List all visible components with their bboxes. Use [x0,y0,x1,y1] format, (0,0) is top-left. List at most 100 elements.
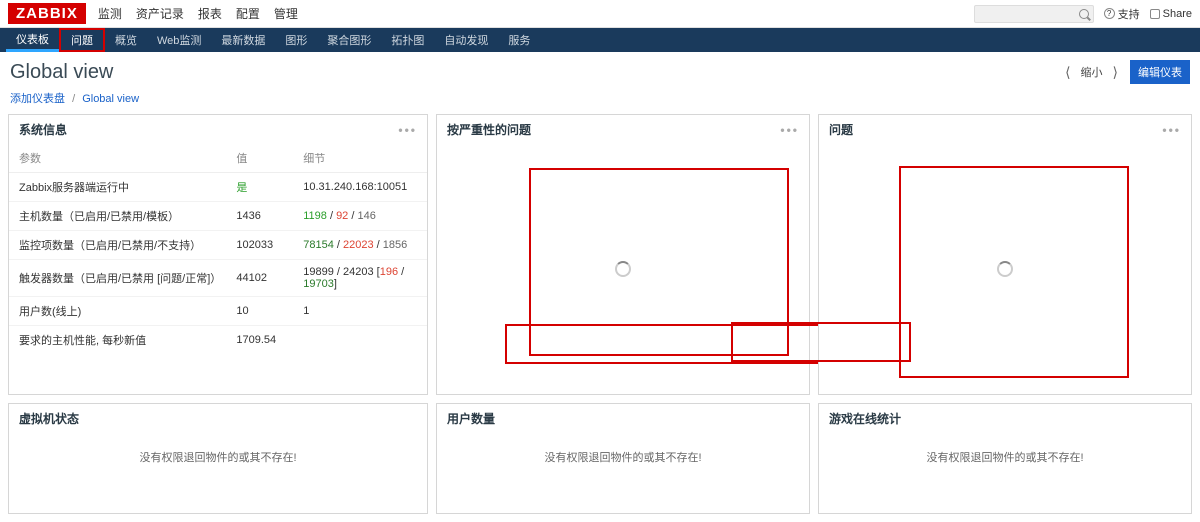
table-row: 触发器数量（已启用/已禁用 [问题/正常]）4410219899 / 24203… [9,260,427,297]
sub-nav-item[interactable]: 问题 [59,28,105,52]
cell-param: 监控项数量（已启用/已禁用/不支持） [9,231,226,260]
time-nav: ⟨ 缩小 ⟩ [1061,64,1122,81]
widget-problems-body [819,144,1191,394]
no-permission-msg: 没有权限退回物件的或其不存在! [819,433,1191,481]
widget-system-info-title: 系统信息 [19,121,67,138]
no-permission-msg: 没有权限退回物件的或其不存在! [437,433,809,481]
widget-problems: 问题 ••• [818,114,1192,395]
annotation-rect [529,168,789,356]
cell-value: 102033 [226,231,293,260]
annotation-rect [899,166,1129,378]
top-nav-inventory[interactable]: 资产记录 [136,5,184,22]
question-icon: ? [1104,8,1115,19]
cell-detail [293,326,427,355]
cell-value: 1709.54 [226,326,293,355]
widget-game-stats-header: 游戏在线统计 [819,404,1191,433]
table-row: Zabbix服务器端运行中是10.31.240.168:10051 [9,173,427,202]
widget-game-stats-title: 游戏在线统计 [829,410,901,427]
widget-system-info-header: 系统信息 ••• [9,115,427,144]
sub-nav-item[interactable]: Web监测 [147,28,211,52]
top-nav-admin[interactable]: 管理 [274,5,298,22]
cell-detail: 19899 / 24203 [196 / 19703] [293,260,427,297]
widget-problems-title: 问题 [829,121,853,138]
title-row: Global view ⟨ 缩小 ⟩ 编辑仪表 [0,52,1200,88]
cell-param: 用户数(线上) [9,297,226,326]
cell-value: 1436 [226,202,293,231]
cell-detail: 1 [293,297,427,326]
widget-system-info: 系统信息 ••• 参数 值 细节 Zabbix服务器端运行中是10.31.240… [8,114,428,395]
top-nav-reports[interactable]: 报表 [198,5,222,22]
widget-severity-header: 按严重性的问题 ••• [437,115,809,144]
widgets-grid: 系统信息 ••• 参数 值 细节 Zabbix服务器端运行中是10.31.240… [0,114,1200,522]
sub-nav-item[interactable]: 服务 [498,28,540,52]
widget-menu-icon[interactable]: ••• [780,123,799,137]
widget-game-stats: 游戏在线统计 没有权限退回物件的或其不存在! [818,403,1192,514]
widget-menu-icon[interactable]: ••• [1162,123,1181,137]
widget-user-count-body: 没有权限退回物件的或其不存在! [437,433,809,513]
sub-nav-item[interactable]: 仪表板 [6,28,59,52]
table-row: 主机数量（已启用/已禁用/模板）14361198 / 92 / 146 [9,202,427,231]
th-detail: 细节 [293,144,427,173]
no-permission-msg: 没有权限退回物件的或其不存在! [9,433,427,481]
search-input[interactable] [974,5,1094,23]
loading-icon [997,261,1013,277]
widget-system-info-body: 参数 值 细节 Zabbix服务器端运行中是10.31.240.168:1005… [9,144,427,394]
top-nav: 监测 资产记录 报表 配置 管理 [98,5,974,22]
table-header-row: 参数 值 细节 [9,144,427,173]
share-link[interactable]: Share [1150,8,1192,20]
cell-detail: 10.31.240.168:10051 [293,173,427,202]
th-param: 参数 [9,144,226,173]
sub-nav-item[interactable]: 概览 [105,28,147,52]
search-icon [1079,9,1089,19]
sub-nav-item[interactable]: 拓扑图 [381,28,434,52]
top-header: ZABBIX 监测 资产记录 报表 配置 管理 ? 支持 Share [0,0,1200,28]
nav-prev-icon[interactable]: ⟨ [1061,64,1074,81]
cell-detail: 1198 / 92 / 146 [293,202,427,231]
loading-icon [615,261,631,277]
zoom-label[interactable]: 缩小 [1081,64,1103,80]
sub-nav-item[interactable]: 自动发现 [434,28,498,52]
breadcrumb: 添加仪表盘 / Global view [0,88,1200,114]
sub-nav-item[interactable]: 聚合图形 [317,28,381,52]
support-label: 支持 [1118,6,1140,22]
widget-problems-header: 问题 ••• [819,115,1191,144]
table-row: 用户数(线上)101 [9,297,427,326]
system-info-table: 参数 值 细节 Zabbix服务器端运行中是10.31.240.168:1005… [9,144,427,354]
sub-nav-item[interactable]: 最新数据 [211,28,275,52]
widget-game-stats-body: 没有权限退回物件的或其不存在! [819,433,1191,513]
widget-severity-title: 按严重性的问题 [447,121,531,138]
share-icon [1150,9,1160,19]
breadcrumb-current[interactable]: Global view [82,93,139,105]
cell-param: 触发器数量（已启用/已禁用 [问题/正常]） [9,260,226,297]
widget-vm-status-title: 虚拟机状态 [19,410,79,427]
widget-user-count-title: 用户数量 [447,410,495,427]
widget-vm-status: 虚拟机状态 没有权限退回物件的或其不存在! [8,403,428,514]
nav-next-icon[interactable]: ⟩ [1109,64,1122,81]
widget-vm-status-header: 虚拟机状态 [9,404,427,433]
edit-dashboard-button[interactable]: 编辑仪表 [1130,60,1190,84]
sub-nav-item[interactable]: 图形 [275,28,317,52]
top-nav-monitor[interactable]: 监测 [98,5,122,22]
widget-menu-icon[interactable]: ••• [398,123,417,137]
cell-value: 10 [226,297,293,326]
widget-severity: 按严重性的问题 ••• [436,114,810,395]
title-controls: ⟨ 缩小 ⟩ 编辑仪表 [1061,60,1190,84]
cell-value: 44102 [226,260,293,297]
breadcrumb-add[interactable]: 添加仪表盘 [10,93,65,105]
cell-param: 主机数量（已启用/已禁用/模板） [9,202,226,231]
top-nav-config[interactable]: 配置 [236,5,260,22]
top-right: ? 支持 Share [974,5,1192,23]
sub-nav: 仪表板问题概览Web监测最新数据图形聚合图形拓扑图自动发现服务 [0,28,1200,52]
breadcrumb-sep: / [72,93,75,105]
table-row: 监控项数量（已启用/已禁用/不支持）10203378154 / 22023 / … [9,231,427,260]
cell-param: 要求的主机性能, 每秒新值 [9,326,226,355]
share-label: Share [1163,8,1192,20]
cell-param: Zabbix服务器端运行中 [9,173,226,202]
support-link[interactable]: ? 支持 [1104,6,1140,22]
widget-vm-status-body: 没有权限退回物件的或其不存在! [9,433,427,513]
widget-user-count: 用户数量 没有权限退回物件的或其不存在! [436,403,810,514]
cell-detail: 78154 / 22023 / 1856 [293,231,427,260]
page-title: Global view [10,61,113,84]
table-row: 要求的主机性能, 每秒新值1709.54 [9,326,427,355]
logo[interactable]: ZABBIX [8,3,86,24]
